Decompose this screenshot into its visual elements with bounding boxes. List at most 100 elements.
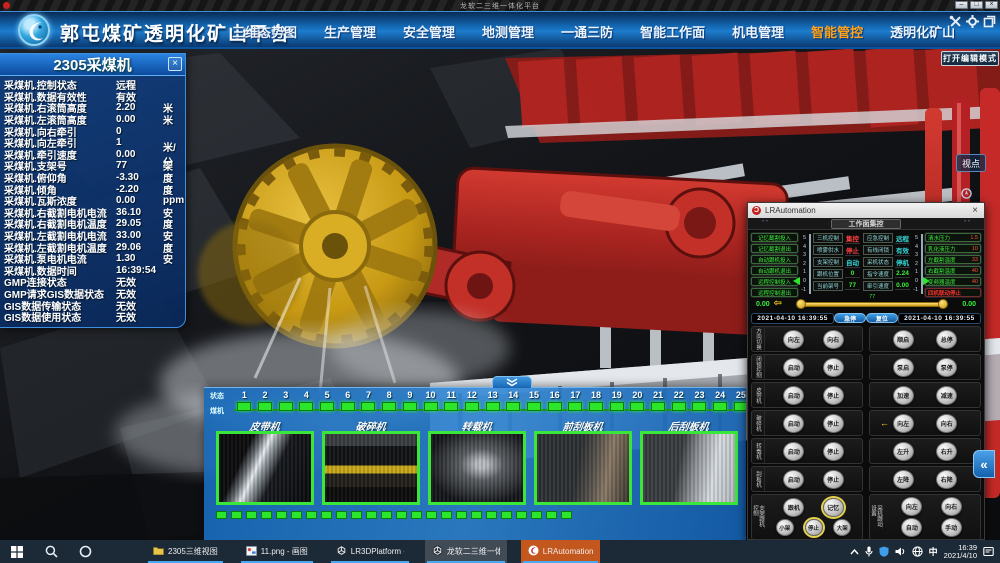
round-button[interactable]: 加速 xyxy=(893,386,914,405)
round-button[interactable]: 泵停 xyxy=(936,358,957,377)
camera-feed-thumbnail[interactable] xyxy=(534,431,632,505)
action-center-icon[interactable] xyxy=(983,546,994,557)
tray-chevron-icon[interactable] xyxy=(850,549,859,555)
support-status-led[interactable] xyxy=(382,402,396,411)
defender-shield-icon[interactable] xyxy=(879,546,889,557)
round-button[interactable]: 自动 xyxy=(901,518,922,537)
nav-item-3[interactable]: 安全管理 xyxy=(403,22,455,41)
support-status-led[interactable] xyxy=(424,402,438,411)
nav-item-6[interactable]: 智能工作面 xyxy=(640,22,705,41)
round-button[interactable]: 启动 xyxy=(783,470,804,489)
taskbar-app-2[interactable]: 11.png - 画图 xyxy=(239,540,315,563)
round-button[interactable]: 左降 xyxy=(893,470,914,489)
network-globe-icon[interactable] xyxy=(912,546,923,557)
round-button[interactable]: 停止 xyxy=(823,470,844,489)
round-button[interactable]: 停止 xyxy=(823,386,844,405)
support-status-led[interactable] xyxy=(651,402,665,411)
round-button[interactable]: 向右 xyxy=(941,497,962,516)
ime-indicator[interactable]: 中 xyxy=(929,545,938,558)
round-button[interactable]: 停止 xyxy=(805,519,823,536)
round-button[interactable]: 向左 xyxy=(783,330,804,349)
lr-preset-left-1[interactable]: 记忆截割投入 xyxy=(751,233,798,242)
taskbar-app-1[interactable]: 2305三维视图 xyxy=(146,540,225,563)
lr-preset-right-5[interactable]: 变频器温度40 xyxy=(925,277,981,286)
lr-preset-left-6[interactable]: 远程控制退出 xyxy=(751,288,798,297)
support-status-led[interactable] xyxy=(299,402,313,411)
viewpoint-tab[interactable]: 视点 xyxy=(956,154,986,172)
taskbar-app-4[interactable]: 龙软二三维一体化... xyxy=(425,540,507,563)
round-button[interactable]: 记忆 xyxy=(823,498,844,517)
panel-close-icon[interactable]: × xyxy=(168,57,182,71)
support-status-led[interactable] xyxy=(713,402,727,411)
nav-item-7[interactable]: 机电管理 xyxy=(732,22,784,41)
round-button[interactable]: 小架 xyxy=(776,519,794,536)
support-status-led[interactable] xyxy=(465,402,479,411)
reset-pill-button[interactable]: 复位 xyxy=(866,313,898,323)
nav-item-8[interactable]: 智能管控 xyxy=(811,22,863,41)
round-button[interactable]: 启动 xyxy=(783,358,804,377)
search-icon[interactable] xyxy=(34,540,68,563)
support-status-led[interactable] xyxy=(527,402,541,411)
open-edit-mode-button[interactable]: 打开编辑模式 xyxy=(941,51,999,66)
camera-feed-thumbnail[interactable] xyxy=(216,431,314,505)
round-button[interactable]: 右升 xyxy=(936,442,957,461)
lr-preset-right-2[interactable]: 乳化液压力10 xyxy=(925,244,981,253)
round-button[interactable]: 大架 xyxy=(833,519,851,536)
camera-feed-thumbnail[interactable] xyxy=(640,431,738,505)
round-button[interactable]: 跟机 xyxy=(783,498,804,517)
support-status-led[interactable] xyxy=(258,402,272,411)
taskbar-app-3[interactable]: LR3DPlatform - U... xyxy=(329,540,411,563)
clock[interactable]: 16:39 2021/4/10 xyxy=(944,544,977,560)
round-button[interactable]: 顺启 xyxy=(893,330,914,349)
round-button[interactable]: 右降 xyxy=(936,470,957,489)
support-status-led[interactable] xyxy=(692,402,706,411)
round-button[interactable]: 向左 xyxy=(893,414,914,433)
estop-pill-button[interactable]: 急停 xyxy=(834,313,866,323)
lr-preset-left-5[interactable]: 远程控制投入 xyxy=(751,277,798,286)
round-button[interactable]: 左升 xyxy=(893,442,914,461)
lr-preset-left-2[interactable]: 记忆截割退出 xyxy=(751,244,798,253)
start-button[interactable] xyxy=(0,540,34,563)
round-button[interactable]: 向右 xyxy=(823,330,844,349)
cortana-icon[interactable] xyxy=(68,540,102,563)
lr-preset-left-3[interactable]: 自动跟机投入 xyxy=(751,255,798,264)
round-button[interactable]: 泵启 xyxy=(893,358,914,377)
support-status-led[interactable] xyxy=(279,402,293,411)
nav-item-4[interactable]: 地测管理 xyxy=(482,22,534,41)
camera-feed-thumbnail[interactable] xyxy=(428,431,526,505)
workface-control-tab[interactable]: 工作面集控 xyxy=(831,219,901,229)
support-status-led[interactable] xyxy=(237,402,251,411)
round-button[interactable]: 停止 xyxy=(823,358,844,377)
nav-item-9[interactable]: 透明化矿山 xyxy=(890,22,955,41)
round-button[interactable]: 停止 xyxy=(823,442,844,461)
round-button[interactable]: 启动 xyxy=(783,414,804,433)
camera-feed-thumbnail[interactable] xyxy=(322,431,420,505)
lr-preset-left-4[interactable]: 自动跟机退出 xyxy=(751,266,798,275)
support-status-led[interactable] xyxy=(672,402,686,411)
lr-preset-right-3[interactable]: 左截割温度33 xyxy=(925,255,981,264)
round-button[interactable]: 手动 xyxy=(941,518,962,537)
tools-icon[interactable] xyxy=(949,15,962,28)
nav-item-2[interactable]: 生产管理 xyxy=(324,22,376,41)
taskbar-app-5[interactable]: LRAutomation xyxy=(521,540,601,563)
support-status-led[interactable] xyxy=(486,402,500,411)
round-button[interactable]: 向左 xyxy=(901,497,922,516)
round-button[interactable]: 向右 xyxy=(936,414,957,433)
support-status-led[interactable] xyxy=(320,402,334,411)
lr-preset-right-4[interactable]: 右截割温度40 xyxy=(925,266,981,275)
support-status-led[interactable] xyxy=(341,402,355,411)
support-status-led[interactable] xyxy=(734,402,746,411)
support-status-led[interactable] xyxy=(403,402,417,411)
round-button[interactable]: 减速 xyxy=(936,386,957,405)
settings-gear-icon[interactable] xyxy=(966,15,979,28)
lr-preset-right-1[interactable]: 清水压力1.5 xyxy=(925,233,981,242)
lr-emergency-stop-button[interactable]: 四机联动停止 xyxy=(925,288,981,297)
nav-item-5[interactable]: 一通三防 xyxy=(561,22,613,41)
speaker-icon[interactable] xyxy=(895,546,906,557)
support-status-led[interactable] xyxy=(506,402,520,411)
support-status-led[interactable] xyxy=(568,402,582,411)
microphone-icon[interactable] xyxy=(865,546,873,557)
support-status-led[interactable] xyxy=(589,402,603,411)
support-status-led[interactable] xyxy=(444,402,458,411)
close-button[interactable]: × xyxy=(985,1,998,9)
